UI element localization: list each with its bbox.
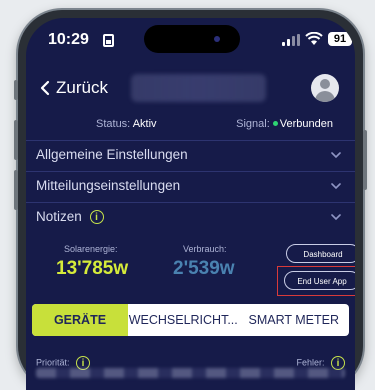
solar-label: Solarenergie:: [64, 244, 118, 254]
section-notification-settings[interactable]: Mitteilungseinstellungen: [26, 171, 355, 202]
signal-value: Verbunden: [279, 118, 333, 130]
user-name-redacted: [131, 74, 266, 102]
nav-bar: Zurück: [26, 70, 355, 110]
back-label: Zurück: [56, 78, 108, 97]
signal-info: Signal: Verbunden: [236, 118, 333, 130]
camera-dot: [214, 36, 220, 42]
signal-label: Signal:: [236, 118, 270, 130]
solar-value: 13'785w: [56, 258, 129, 279]
wifi-icon: [305, 32, 323, 45]
dashboard-button[interactable]: Dashboard: [286, 244, 355, 263]
section-label: Mitteilungseinstellungen: [36, 178, 181, 193]
status-row: Status: Aktiv Signal: Verbunden: [26, 118, 355, 134]
status-label: Status:: [96, 118, 131, 130]
battery-icon: 91: [328, 32, 352, 46]
device-list-redacted: [36, 368, 345, 378]
app-screen: 10:29 91 Zurück Status: Aktiv Signal: Ve…: [26, 18, 355, 390]
chevron-down-icon: [331, 214, 341, 221]
side-button: [363, 130, 367, 190]
section-label: Notizen i: [36, 209, 104, 225]
status-value: Aktiv: [132, 118, 157, 130]
side-button: [14, 120, 18, 160]
chevron-down-icon: [331, 152, 341, 159]
tab-inverters[interactable]: WECHSELRICHT...: [128, 304, 239, 336]
side-button: [14, 80, 18, 100]
clock: 10:29: [48, 31, 89, 48]
status-info: Status: Aktiv: [96, 118, 157, 130]
end-user-app-button[interactable]: End User App: [284, 271, 355, 290]
phone-frame: 10:29 91 Zurück Status: Aktiv Signal: Ve…: [14, 10, 367, 390]
priority-label: Priorität:: [36, 357, 70, 368]
side-button: [14, 170, 18, 210]
chevron-down-icon: [331, 183, 341, 190]
back-button[interactable]: Zurück: [40, 76, 108, 100]
chevron-left-icon: [40, 80, 50, 96]
device-tabs: GERÄTE WECHSELRICHT... SMART METER: [32, 304, 349, 336]
sim-icon: [103, 34, 114, 47]
signal-icon: [282, 34, 300, 46]
status-bar: 10:29 91: [26, 18, 355, 62]
info-icon[interactable]: i: [89, 210, 104, 225]
avatar-icon[interactable]: [311, 74, 339, 102]
error-label: Fehler:: [296, 357, 325, 368]
tab-devices[interactable]: GERÄTE: [32, 304, 128, 336]
section-general-settings[interactable]: Allgemeine Einstellungen: [26, 140, 355, 171]
dynamic-island: [144, 25, 240, 53]
notes-label: Notizen: [36, 209, 82, 224]
consumption-label: Verbrauch:: [183, 244, 227, 254]
section-label: Allgemeine Einstellungen: [36, 147, 188, 162]
consumption-value: 2'539w: [173, 258, 235, 279]
tab-smart-meter[interactable]: SMART METER: [239, 304, 350, 336]
connected-dot: [272, 121, 278, 127]
section-notes[interactable]: Notizen i: [26, 202, 355, 233]
